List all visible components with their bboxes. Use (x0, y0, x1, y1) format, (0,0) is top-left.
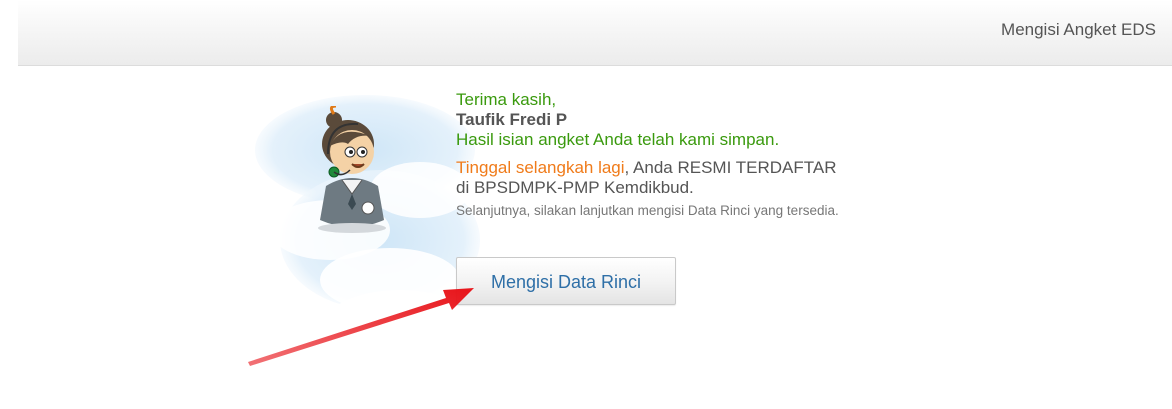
remaining-highlight: Tinggal selangkah lagi (456, 158, 625, 177)
page-title: Mengisi Angket EDS (1001, 20, 1156, 39)
user-name: Taufik Fredi P (456, 110, 568, 129)
page: Mengisi Angket EDS Terima kasih, Taufik … (0, 0, 1172, 409)
remaining-rest: , Anda RESMI TERDAFTAR (624, 158, 837, 177)
operator-mascot-icon (318, 106, 386, 233)
thanks-text: Terima kasih, (456, 90, 557, 109)
red-arrow-icon (248, 288, 474, 366)
registered-at-text: di BPSDMPK-PMP Kemdikbud. (456, 178, 694, 197)
header-bar: Mengisi Angket EDS (18, 0, 1172, 66)
registration-text: Tinggal selangkah lagi, Anda RESMI TERDA… (456, 158, 976, 178)
message-panel: Terima kasih, Taufik Fredi P Hasil isian… (456, 90, 976, 220)
saved-text: Hasil isian angket Anda telah kami simpa… (456, 130, 780, 149)
fill-detail-data-button[interactable]: Mengisi Data Rinci (456, 257, 676, 305)
next-step-text: Selanjutnya, silakan lanjutkan mengisi D… (456, 203, 839, 218)
